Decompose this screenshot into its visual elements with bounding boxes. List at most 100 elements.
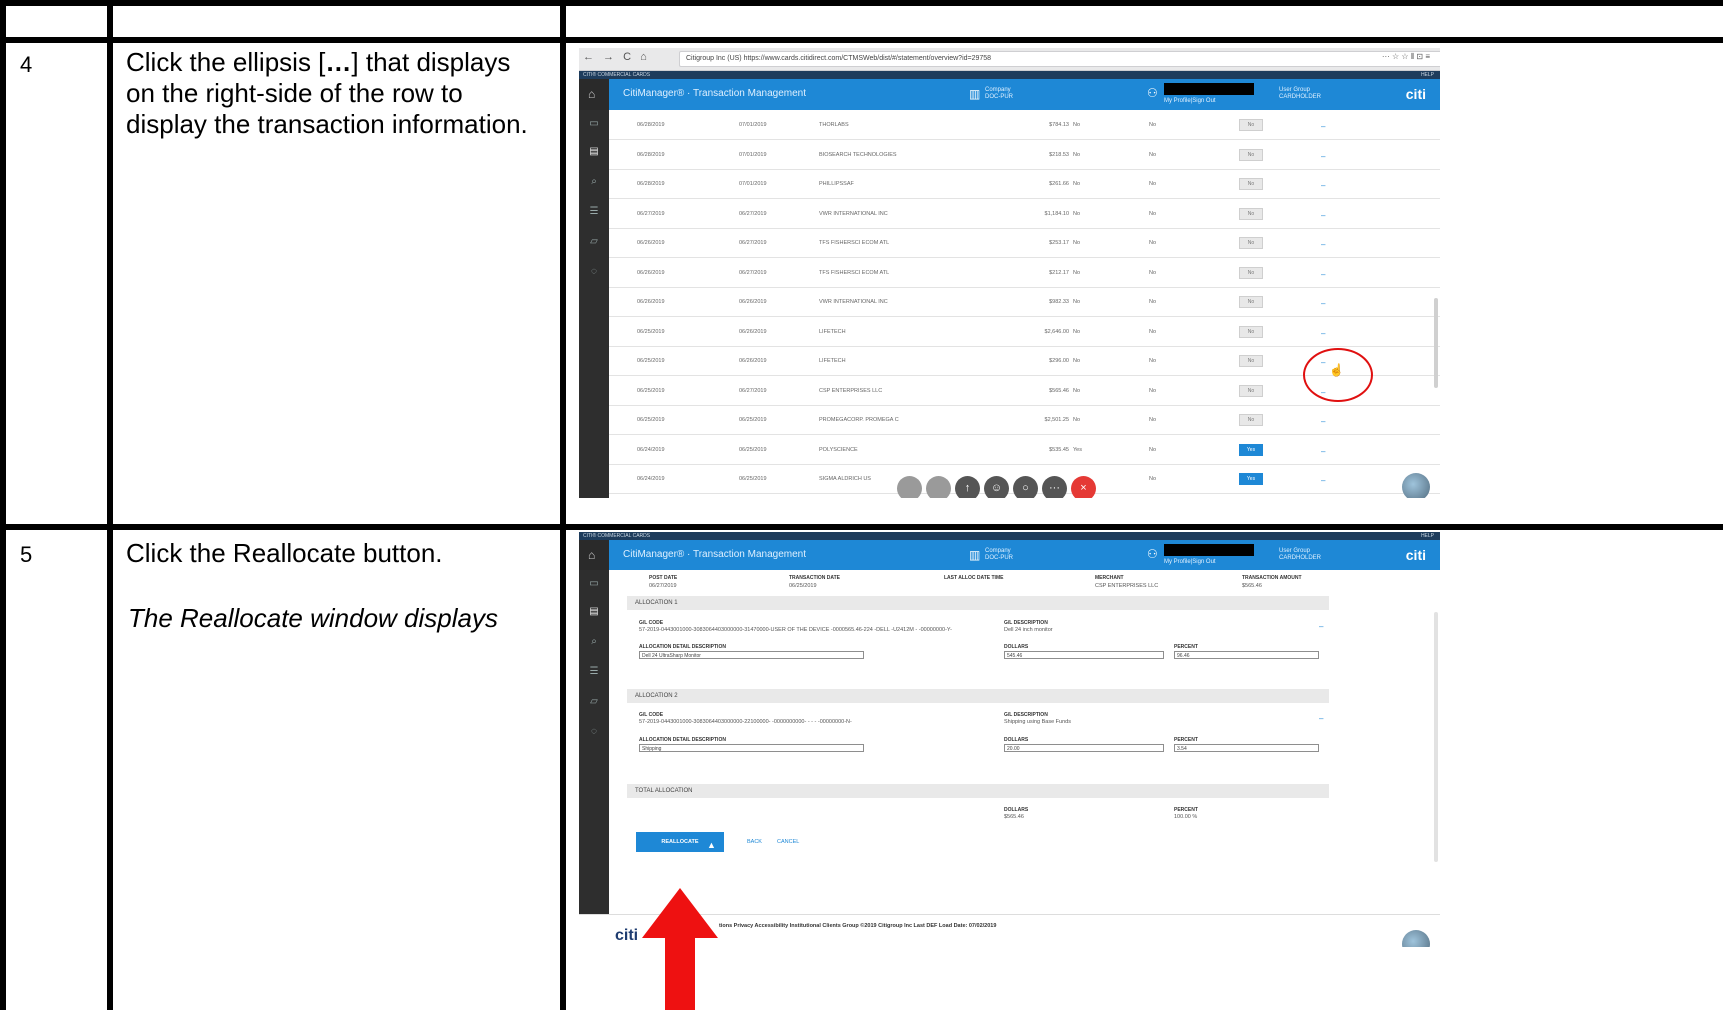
cell-merchant: THORLABS	[819, 122, 849, 128]
cell-post: 06/25/2019	[637, 417, 665, 423]
profile-link[interactable]: My Profile|Sign Out	[1164, 98, 1216, 105]
card-icon[interactable]: ▭	[587, 578, 601, 590]
percent-input[interactable]: 96.46	[1174, 651, 1319, 659]
table-row[interactable]: 06/28/2019 07/01/2019 THORLABS $784.13 No No N…	[609, 110, 1440, 140]
table-row[interactable]: 06/26/2019 06/26/2019 VWR INTERNATIONAL IN…	[609, 287, 1440, 317]
toggle-switch[interactable]: No	[1239, 384, 1263, 397]
toggle-switch[interactable]: No	[1239, 237, 1263, 249]
company-info: Company DOC-PUR	[985, 87, 1013, 100]
ellipsis-icon[interactable]: –	[1321, 417, 1325, 426]
avatar[interactable]	[1402, 473, 1430, 498]
folder-icon[interactable]: ▱	[587, 236, 601, 248]
total-allocation-header: TOTAL ALLOCATION	[627, 784, 1329, 798]
toggle-switch[interactable]: No	[1239, 178, 1263, 190]
browser-menu-icons[interactable]: ··· ☆ ☆ ⫴ ⊡ ≡	[1382, 52, 1430, 62]
table-row[interactable]: 06/25/2019 06/25/2019 PROMEGACORP. PROMEGA…	[609, 405, 1440, 435]
table-row-line-1	[0, 37, 1723, 43]
table-row[interactable]: 06/24/2019 06/25/2019 POLYSCIENCE $535.45 Ye…	[609, 435, 1440, 465]
table-row[interactable]: 06/27/2019 06/27/2019 VWR INTERNATIONAL IN…	[609, 199, 1440, 229]
detail-description-input[interactable]: Shipping	[639, 744, 864, 752]
toolbar-button[interactable]	[926, 476, 951, 498]
table-row[interactable]: 06/25/2019 06/26/2019 LIFETECH $2,646.00 No N…	[609, 317, 1440, 347]
toggle-switch[interactable]: No	[1239, 414, 1263, 426]
cell-trans: 06/25/2019	[739, 446, 767, 453]
cell-trans: 07/01/2019	[739, 181, 767, 187]
ellipsis-icon[interactable]: –	[1321, 152, 1325, 161]
toggle-switch[interactable]: No	[1239, 355, 1263, 367]
cell-col2: No	[1149, 269, 1157, 276]
chat-icon[interactable]: ○	[1013, 476, 1038, 498]
bell-icon[interactable]: ◌	[587, 266, 601, 278]
more-icon[interactable]: ···	[1042, 476, 1067, 498]
scrollbar[interactable]	[1434, 298, 1438, 388]
dollars-input[interactable]: 545.46	[1004, 651, 1164, 659]
stack-icon[interactable]: ☰	[587, 206, 601, 218]
ellipsis-icon[interactable]: –	[1321, 299, 1325, 308]
profile-link[interactable]: My Profile|Sign Out	[1164, 559, 1216, 566]
help-link[interactable]: HELP	[1421, 71, 1434, 79]
close-icon[interactable]: ×	[1071, 476, 1096, 498]
cell-amount: $535.45	[1049, 446, 1069, 453]
percent-input[interactable]: 3.54	[1174, 744, 1319, 752]
cell-col2: No	[1149, 476, 1157, 482]
people-icon[interactable]: ☺	[984, 476, 1009, 498]
card-icon[interactable]: ▭	[587, 118, 601, 130]
cell-merchant: PROMEGACORP. PROMEGA C	[819, 417, 899, 423]
toggle-switch[interactable]: No	[1239, 296, 1263, 308]
search-icon[interactable]: ⌕	[587, 176, 601, 188]
detail-description-input[interactable]: Dell 24 UltraSharp Monitor	[639, 651, 864, 659]
toggle-switch[interactable]: Yes	[1239, 443, 1263, 456]
document-icon[interactable]: ▤	[587, 606, 601, 618]
sidebar: ▭ ▤ ⌕ ☰ ▱ ◌	[579, 110, 609, 498]
home-button[interactable]: ⌂	[579, 79, 609, 110]
home-button[interactable]: ⌂	[579, 540, 609, 570]
table-row[interactable]: 06/28/2019 07/01/2019 PHILLIPSSAF $261.66 No…	[609, 169, 1440, 199]
stack-icon[interactable]: ☰	[587, 666, 601, 678]
transaction-date: 06/25/2019	[789, 583, 817, 589]
toggle-switch[interactable]: No	[1239, 148, 1263, 161]
cell-trans: 06/26/2019	[739, 358, 767, 364]
address-bar[interactable]: Citigroup Inc (US) https://www.cards.cit…	[679, 51, 1440, 67]
toggle-switch[interactable]: Yes	[1239, 473, 1263, 485]
table-row[interactable]: 06/26/2019 06/27/2019 TFS FISHERSCI ECOM A…	[609, 228, 1440, 258]
folder-icon[interactable]: ▱	[587, 696, 601, 708]
expand-icon[interactable]: –	[1319, 622, 1323, 631]
ellipsis-icon[interactable]: –	[1321, 211, 1325, 220]
toggle-switch[interactable]: No	[1239, 325, 1263, 338]
cell-post: 06/26/2019	[637, 240, 665, 246]
ellipsis-icon[interactable]: –	[1321, 329, 1325, 338]
back-link[interactable]: BACK	[747, 839, 762, 845]
toggle-switch[interactable]: No	[1239, 207, 1263, 220]
ellipsis-icon[interactable]: –	[1321, 122, 1325, 131]
browser-nav-icons[interactable]: ← → C ⌂	[583, 51, 650, 63]
dollars-input[interactable]: 20.00	[1004, 744, 1164, 752]
cell-amount: $565.46	[1049, 387, 1069, 394]
bell-icon[interactable]: ◌	[587, 726, 601, 738]
upload-icon[interactable]: ↑	[955, 476, 980, 498]
table-row[interactable]: 06/28/2019 07/01/2019 BIOSEARCH TECHNOLOGI…	[609, 140, 1440, 170]
document-icon[interactable]: ▤	[587, 146, 601, 158]
search-icon[interactable]: ⌕	[587, 636, 601, 648]
toolbar-button[interactable]	[897, 476, 922, 498]
ellipsis-icon[interactable]: –	[1321, 476, 1325, 485]
footer-links[interactable]: tions Privacy Accessibility Institutiona…	[719, 923, 996, 929]
ellipsis-icon[interactable]: –	[1321, 270, 1325, 279]
screenshot-reallocate: CITI® COMMERCIAL CARDS HELP ⌂ CitiManage…	[579, 532, 1440, 947]
building-icon: ▥	[969, 548, 981, 562]
scrollbar[interactable]	[1434, 612, 1438, 862]
cell-trans: 06/25/2019	[739, 476, 767, 482]
ellipsis-icon[interactable]: –	[1321, 240, 1325, 249]
dollars-label: DOLLARS	[1004, 737, 1029, 743]
toggle-switch[interactable]: No	[1239, 266, 1263, 279]
help-link[interactable]: HELP	[1421, 532, 1434, 540]
ellipsis-icon[interactable]: –	[1321, 181, 1325, 190]
app-title: CitiManager® · Transaction Management	[623, 549, 807, 560]
table-row[interactable]: 06/26/2019 06/27/2019 TFS FISHERSCI ECOM A…	[609, 258, 1440, 288]
cell-merchant: VWR INTERNATIONAL INC	[819, 299, 888, 305]
expand-icon[interactable]: –	[1319, 714, 1323, 723]
toggle-switch[interactable]: No	[1239, 119, 1263, 131]
ellipsis-icon[interactable]: –	[1321, 447, 1325, 456]
cell-col2: No	[1149, 358, 1157, 364]
cancel-link[interactable]: CANCEL	[777, 839, 799, 845]
cell-disputed: No	[1073, 151, 1081, 158]
